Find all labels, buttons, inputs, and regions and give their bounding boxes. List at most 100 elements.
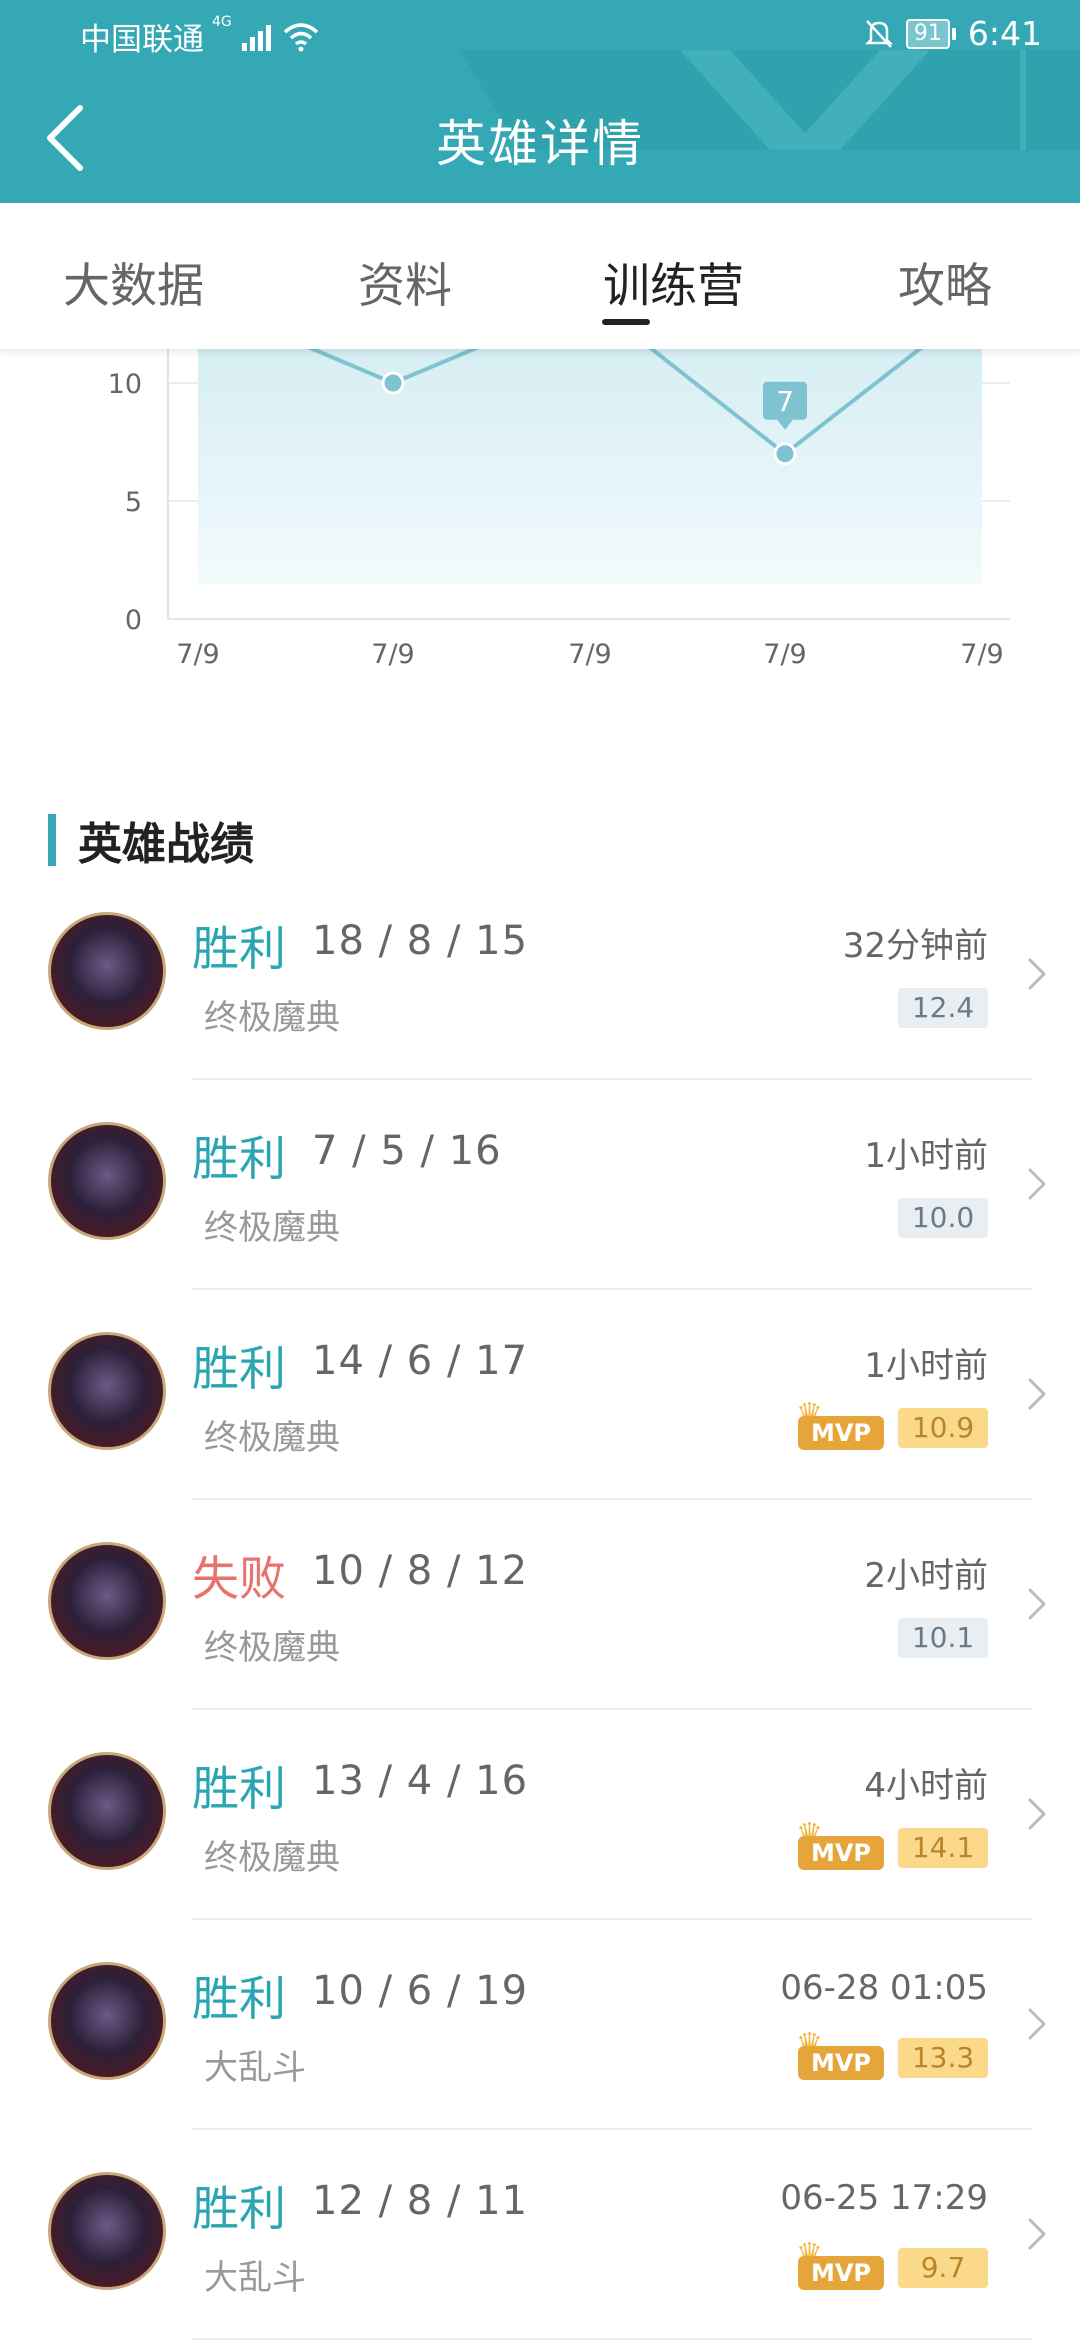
- match-row-2[interactable]: 胜利 7 / 5 / 16 终极魔典 1小时前 10.0: [0, 1080, 1080, 1290]
- mvp-label: MVP: [798, 2256, 884, 2290]
- match-score: 14.1: [898, 1828, 988, 1868]
- match-row-5[interactable]: 胜利 13 / 4 / 16 终极魔典 4小时前 ♛ MVP 14.1: [0, 1710, 1080, 1920]
- mvp-badge: ♛ MVP: [796, 2240, 884, 2290]
- mute-bell-icon: [864, 19, 893, 48]
- x-tick-label-3: 7/9: [568, 639, 611, 670]
- x-tick-label-2: 7/9: [371, 639, 414, 670]
- mvp-label: MVP: [798, 1836, 884, 1870]
- section-accent-bar: [48, 814, 56, 866]
- chevron-right-icon: [1028, 2218, 1046, 2250]
- chevron-right-icon: [1028, 2008, 1046, 2040]
- match-list: 胜利 18 / 8 / 15 终极魔典 32分钟前 12.4 胜利 7 / 5 …: [0, 870, 1080, 2340]
- match-row-4[interactable]: 失败 10 / 8 / 12 终极魔典 2小时前 10.1: [0, 1500, 1080, 1710]
- match-time: 06-25 17:29: [780, 2178, 988, 2218]
- performance-chart: 7 0 5 10 7/9 7/9 7/9 7/9 7/9: [0, 349, 1080, 689]
- status-bar: 中国联通 4G 91 6:41: [0, 0, 1080, 70]
- chart-svg: 7 0 5 10 7/9 7/9 7/9 7/9 7/9: [108, 349, 1010, 670]
- game-mode: 大乱斗: [204, 2258, 306, 2298]
- match-time: 2小时前: [864, 1556, 988, 1596]
- match-kda: 10 / 6 / 19: [312, 1968, 529, 2014]
- battery-icon: 91: [905, 18, 956, 49]
- hero-avatar: [48, 1332, 166, 1450]
- chevron-right-icon: [1028, 958, 1046, 990]
- mvp-badge: ♛ MVP: [796, 1820, 884, 1870]
- match-time: 32分钟前: [842, 926, 988, 966]
- tab-big-data[interactable]: 大数据: [63, 247, 204, 316]
- data-label: 7: [776, 385, 794, 418]
- game-mode: 终极魔典: [204, 1628, 340, 1668]
- match-score: 9.7: [898, 2248, 988, 2288]
- match-score: 12.4: [898, 988, 988, 1028]
- match-result: 胜利: [192, 922, 286, 977]
- match-kda: 7 / 5 / 16: [312, 1128, 502, 1174]
- hero-avatar: [48, 1752, 166, 1870]
- app-header: 中国联通 4G 91 6:41 英雄详情: [0, 0, 1080, 203]
- carrier-name: 中国联通: [80, 22, 204, 58]
- game-mode: 终极魔典: [204, 1418, 340, 1458]
- hero-avatar: [48, 1542, 166, 1660]
- mvp-badge: ♛ MVP: [796, 2030, 884, 2080]
- page-title: 英雄详情: [436, 115, 644, 173]
- mvp-label: MVP: [798, 1416, 884, 1450]
- x-tick-label-5: 7/9: [960, 639, 1003, 670]
- x-tick-label-1: 7/9: [176, 639, 219, 670]
- active-tab-indicator: [602, 319, 650, 325]
- match-time: 1小时前: [864, 1136, 988, 1176]
- data-point-2: [381, 371, 405, 395]
- game-mode: 大乱斗: [204, 2048, 306, 2088]
- chevron-right-icon: [1028, 1378, 1046, 1410]
- hero-avatar: [48, 912, 166, 1030]
- match-time: 06-28 01:05: [780, 1968, 988, 2008]
- match-row-6[interactable]: 胜利 10 / 6 / 19 大乱斗 06-28 01:05 ♛ MVP 13.…: [0, 1920, 1080, 2130]
- match-kda: 13 / 4 / 16: [312, 1758, 529, 1804]
- match-result: 胜利: [192, 1342, 286, 1397]
- mvp-label: MVP: [798, 2046, 884, 2080]
- match-kda: 18 / 8 / 15: [312, 918, 529, 964]
- x-tick-label-4: 7/9: [763, 639, 806, 670]
- match-time: 1小时前: [864, 1346, 988, 1386]
- clock: 6:41: [967, 14, 1042, 53]
- section-header: 英雄战绩: [48, 810, 254, 870]
- title-bar: 英雄详情: [0, 70, 1080, 203]
- section-title: 英雄战绩: [78, 819, 254, 870]
- match-row-7[interactable]: 胜利 12 / 8 / 11 大乱斗 06-25 17:29 ♛ MVP 9.7: [0, 2130, 1080, 2340]
- chevron-right-icon: [1028, 1798, 1046, 1830]
- match-result: 胜利: [192, 1132, 286, 1187]
- match-result: 失败: [192, 1552, 286, 1607]
- match-kda: 12 / 8 / 11: [312, 2178, 529, 2224]
- match-kda: 10 / 8 / 12: [312, 1548, 529, 1594]
- tab-bar: 大数据 资料 训练营 攻略: [0, 203, 1080, 349]
- hero-avatar: [48, 1962, 166, 2080]
- mvp-badge: ♛ MVP: [796, 1400, 884, 1450]
- data-point-4: [773, 442, 797, 466]
- network-type: 4G: [212, 14, 232, 30]
- match-time: 4小时前: [864, 1766, 988, 1806]
- match-score: 10.0: [898, 1198, 988, 1238]
- tab-profile[interactable]: 资料: [358, 247, 452, 316]
- y-tick-label-10: 10: [108, 369, 142, 400]
- game-mode: 终极魔典: [204, 1838, 340, 1878]
- signal-icon: [241, 24, 271, 51]
- match-result: 胜利: [192, 1972, 286, 2027]
- match-result: 胜利: [192, 1762, 286, 1817]
- tab-strategy[interactable]: 攻略: [898, 247, 992, 316]
- tab-training-camp[interactable]: 训练营: [603, 247, 744, 316]
- hero-avatar: [48, 2172, 166, 2290]
- y-tick-label-5: 5: [125, 487, 142, 518]
- chevron-right-icon: [1028, 1588, 1046, 1620]
- game-mode: 终极魔典: [204, 998, 340, 1038]
- battery-level: 91: [905, 18, 950, 49]
- match-row-3[interactable]: 胜利 14 / 6 / 17 终极魔典 1小时前 ♛ MVP 10.9: [0, 1290, 1080, 1500]
- match-kda: 14 / 6 / 17: [312, 1338, 529, 1384]
- area-fill: [198, 349, 982, 584]
- game-mode: 终极魔典: [204, 1208, 340, 1248]
- y-tick-label-0: 0: [125, 605, 142, 636]
- match-row-1[interactable]: 胜利 18 / 8 / 15 终极魔典 32分钟前 12.4: [0, 870, 1080, 1080]
- wifi-icon: [283, 22, 318, 51]
- hero-avatar: [48, 1122, 166, 1240]
- match-score: 10.9: [898, 1408, 988, 1448]
- match-score: 10.1: [898, 1618, 988, 1658]
- match-score: 13.3: [898, 2038, 988, 2078]
- chevron-right-icon: [1028, 1168, 1046, 1200]
- match-result: 胜利: [192, 2182, 286, 2237]
